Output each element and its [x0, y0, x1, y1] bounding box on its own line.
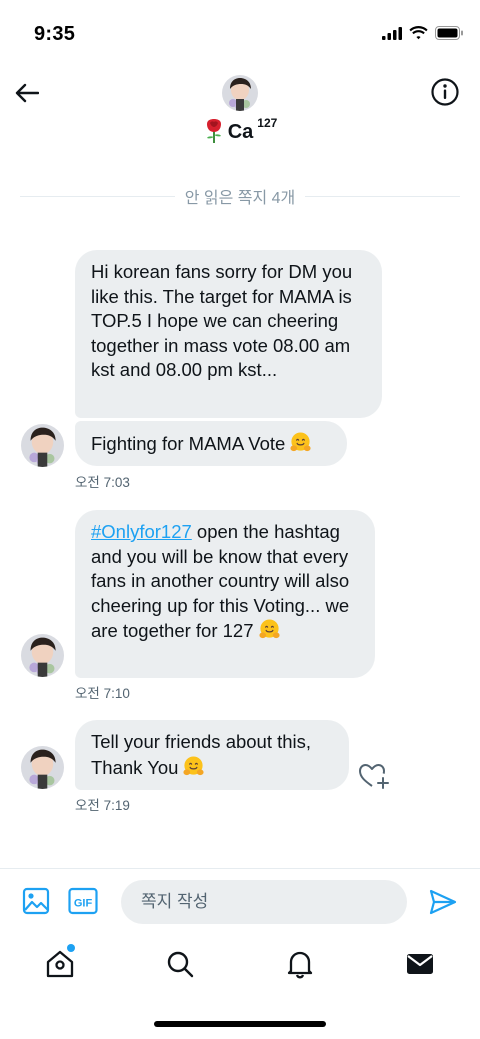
status-icons [382, 26, 464, 40]
back-button[interactable] [10, 78, 44, 108]
hugging-face-emoji-icon [258, 619, 280, 639]
unread-divider: 안 읽은 쪽지 4개 [20, 183, 460, 209]
header-avatar[interactable] [222, 75, 258, 111]
image-icon [22, 887, 50, 915]
envelope-icon [407, 954, 433, 974]
message-bubble[interactable]: Fighting for MAMA Vote [75, 421, 347, 466]
gif-label: GIF [74, 898, 93, 910]
avatar-image [21, 424, 64, 467]
status-bar: 9:35 [0, 0, 480, 70]
info-icon [431, 78, 459, 106]
sender-avatar[interactable] [21, 746, 64, 789]
hugging-face-emoji-icon [183, 756, 205, 775]
wifi-icon [409, 26, 428, 40]
tab-home[interactable] [44, 948, 76, 980]
avatar-image [21, 746, 64, 789]
send-icon [429, 889, 457, 915]
message-text: Hi korean fans sorry for DM you like thi… [91, 261, 353, 381]
add-gif-button[interactable]: GIF [68, 887, 98, 915]
avatar-image [222, 75, 258, 111]
message-text: #Onlyfor127 open the hashtag and you wil… [91, 520, 359, 644]
message-bubble[interactable]: Tell your friends about this, Thank You [75, 720, 349, 790]
tab-notifications[interactable] [284, 948, 316, 980]
bell-icon [287, 951, 313, 979]
message-composer: GIF [0, 868, 480, 934]
home-indicator[interactable] [154, 1021, 326, 1027]
send-button[interactable] [428, 888, 458, 916]
divider-line-right [305, 195, 460, 197]
message-text: Fighting for MAMA Vote [91, 433, 286, 454]
tab-search[interactable] [164, 948, 196, 980]
message-input[interactable] [121, 880, 407, 924]
tab-messages[interactable] [404, 948, 436, 980]
rose-emoji-icon [206, 119, 221, 143]
message-bubble[interactable]: #Onlyfor127 open the hashtag and you wil… [75, 510, 375, 678]
divider-line-left [20, 195, 175, 197]
sender-avatar[interactable] [21, 424, 64, 467]
heart-plus-icon [359, 764, 389, 789]
message-timestamp: 오전 7:10 [75, 686, 130, 701]
unread-count-label: 안 읽은 쪽지 4개 [184, 190, 296, 207]
home-icon [46, 950, 74, 978]
home-notification-dot [67, 944, 75, 952]
battery-icon [435, 26, 463, 40]
hashtag-link[interactable]: #Onlyfor127 [91, 521, 192, 542]
sender-avatar[interactable] [21, 634, 64, 677]
conversation-name-superscript: 127 [257, 116, 278, 131]
status-time: 9:35 [34, 23, 76, 45]
back-arrow-icon [15, 83, 39, 103]
message-bubble[interactable]: Hi korean fans sorry for DM you like thi… [75, 250, 382, 418]
signal-icon [382, 26, 402, 40]
search-icon [167, 951, 194, 978]
conversation-name-text: Ca [227, 121, 254, 143]
add-photo-button[interactable] [22, 887, 50, 915]
react-heart-button[interactable] [358, 762, 390, 790]
avatar-image [21, 634, 64, 677]
gif-icon: GIF [68, 887, 98, 915]
conversation-header: Ca 127 [0, 70, 480, 158]
hugging-face-emoji-icon [290, 432, 311, 452]
info-button[interactable] [430, 77, 460, 107]
message-text: Tell your friends about this, Thank You [91, 730, 333, 780]
conversation-name: Ca 127 [0, 116, 480, 144]
message-timestamp: 오전 7:03 [75, 475, 130, 490]
message-timestamp: 오전 7:19 [75, 798, 130, 813]
